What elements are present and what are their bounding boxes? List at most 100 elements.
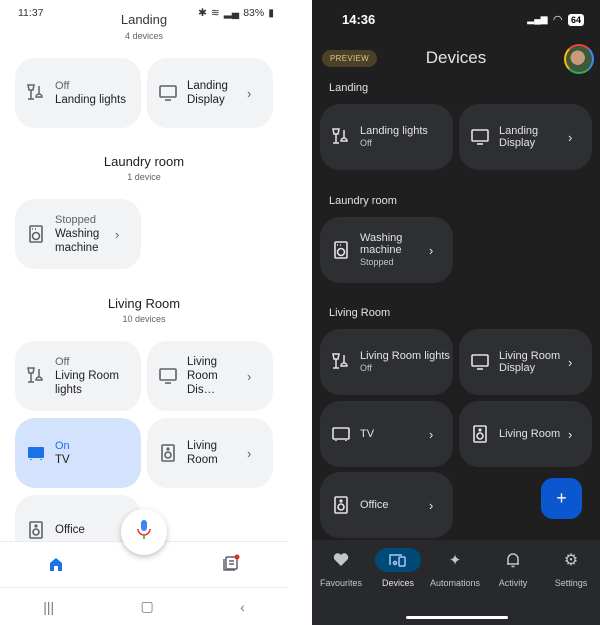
bell-icon — [490, 548, 536, 572]
device-name: Living Room — [187, 440, 218, 466]
device-tile-washing-machine[interactable]: Stopped Washing machine › — [15, 199, 141, 269]
device-status: On — [55, 440, 70, 452]
device-name: Office — [360, 499, 389, 511]
device-name: Living Room Display — [499, 350, 561, 374]
recent-apps-icon[interactable]: ||| — [43, 599, 54, 615]
device-name: Landing lights — [360, 125, 428, 137]
device-tile-living-room-display[interactable]: Living Room Display › — [459, 329, 592, 395]
display-icon — [157, 365, 179, 387]
back-icon[interactable]: ‹ — [240, 599, 245, 615]
tv-icon — [25, 442, 47, 464]
avatar[interactable] — [564, 44, 594, 74]
microphone-icon — [137, 519, 151, 546]
chevron-right-icon: › — [429, 497, 434, 513]
display-icon — [469, 351, 491, 373]
device-tile-living-room-speaker[interactable]: Living Room › — [459, 401, 592, 467]
home-indicator[interactable] — [406, 616, 508, 619]
device-status: Off — [360, 138, 372, 148]
nav-settings[interactable]: ⚙ Settings — [542, 548, 600, 588]
nav-automations[interactable]: ✦ Automations — [426, 548, 484, 588]
android-home-panel: 11:37 ✱ ≋ ▂▄ 83% ▮ Landing 4 devices Off… — [0, 0, 288, 625]
device-name: Living Room lights — [360, 350, 450, 362]
device-tile-landing-lights[interactable]: Landing lights Off — [320, 104, 453, 170]
heart-icon — [318, 548, 364, 572]
signal-icon: ▂▄▆ — [527, 14, 548, 24]
section-title: Living Room — [329, 307, 391, 319]
status-time: 14:36 — [342, 12, 376, 27]
ios-status-bar: 14:36 ▂▄▆ ◠ 64 — [342, 12, 584, 27]
washer-icon — [25, 223, 47, 245]
display-icon — [157, 82, 179, 104]
chevron-right-icon: › — [247, 85, 252, 101]
add-device-button[interactable]: + — [541, 478, 582, 519]
speaker-icon — [25, 519, 47, 541]
device-status: Stopped — [55, 214, 96, 226]
tv-icon — [330, 423, 352, 445]
device-name: Washing machine — [55, 228, 100, 254]
display-icon — [469, 126, 491, 148]
chevron-right-icon: › — [115, 226, 120, 242]
device-tile-tv[interactable]: On TV — [15, 418, 141, 488]
devices-icon — [375, 548, 421, 572]
chevron-right-icon: › — [247, 445, 252, 461]
battery-percent: 83% — [243, 7, 265, 19]
nav-favourites[interactable]: Favourites — [312, 548, 370, 588]
chevron-right-icon: › — [568, 426, 573, 442]
device-name: TV — [55, 454, 70, 466]
plus-icon: + — [556, 488, 567, 508]
washer-icon — [330, 239, 352, 261]
room-title: Laundry room — [103, 154, 185, 169]
device-tile-office[interactable]: Office › — [320, 472, 453, 538]
device-tile-living-room-speaker[interactable]: Living Room › — [147, 418, 273, 488]
sparkle-icon: ✦ — [448, 552, 462, 569]
voice-assistant-button[interactable] — [121, 509, 167, 555]
nav-devices[interactable]: Devices — [369, 548, 427, 588]
device-name: Living Room Dis… — [187, 356, 218, 396]
nav-activity[interactable]: Activity — [484, 548, 542, 588]
device-tile-landing-display[interactable]: Landing Display › — [459, 104, 592, 170]
device-name: Landing lights — [55, 94, 126, 106]
lamp-icon — [25, 82, 47, 104]
device-tile-landing-lights[interactable]: Off Landing lights — [15, 58, 141, 128]
activity-feed-icon[interactable] — [222, 554, 240, 577]
signal-icon: ▂▄ — [223, 7, 240, 19]
device-tile-landing-display[interactable]: Landing Display › — [147, 58, 273, 128]
device-tile-washing-machine[interactable]: Washing machine Stopped › — [320, 217, 453, 283]
bottom-nav: Favourites Devices ✦ Automations Activit… — [312, 540, 600, 625]
speaker-icon — [469, 423, 491, 445]
device-tile-living-room-lights[interactable]: Off Living Room lights — [15, 341, 141, 411]
chevron-right-icon: › — [568, 354, 573, 370]
chevron-right-icon: › — [247, 368, 252, 384]
home-button-icon[interactable]: ▢ — [141, 598, 154, 615]
speaker-icon — [330, 494, 352, 516]
home-tab-icon[interactable] — [48, 556, 64, 577]
room-device-count: 10 devices — [122, 314, 166, 324]
android-status-bar: 11:37 ✱ ≋ ▂▄ 83% ▮ — [18, 6, 274, 20]
wifi-icon: ◠ — [553, 14, 562, 26]
system-nav-bar: ||| ▢ ‹ — [0, 587, 288, 625]
section-title: Laundry room — [329, 195, 397, 207]
status-time: 11:37 — [18, 7, 44, 19]
device-tile-living-room-display[interactable]: Living Room Dis… › — [147, 341, 273, 411]
device-name: Landing Display — [187, 80, 228, 106]
device-status: Stopped — [360, 257, 394, 267]
lamp-icon — [330, 126, 352, 148]
device-name: TV — [360, 428, 375, 440]
device-tile-living-room-lights[interactable]: Living Room lights Off — [320, 329, 453, 395]
battery-level: 64 — [567, 13, 584, 26]
device-name: Living Room lights — [55, 370, 119, 396]
battery-icon: ▮ — [268, 7, 274, 19]
room-device-count: 4 devices — [124, 31, 164, 41]
device-tile-tv[interactable]: TV › — [320, 401, 453, 467]
speaker-icon — [157, 442, 179, 464]
device-name: Living Room — [499, 428, 561, 440]
wifi-icon: ≋ — [210, 7, 220, 19]
device-status: Off — [360, 363, 372, 373]
chevron-right-icon: › — [429, 242, 434, 258]
ios-devices-panel: 14:36 ▂▄▆ ◠ 64 PREVIEW Devices Landing L… — [312, 0, 600, 625]
lamp-icon — [25, 365, 47, 387]
device-name: Landing Display — [499, 125, 539, 149]
room-title: Living Room — [107, 296, 181, 311]
page-title: Devices — [425, 48, 487, 67]
device-name: Washing machine — [360, 232, 403, 256]
